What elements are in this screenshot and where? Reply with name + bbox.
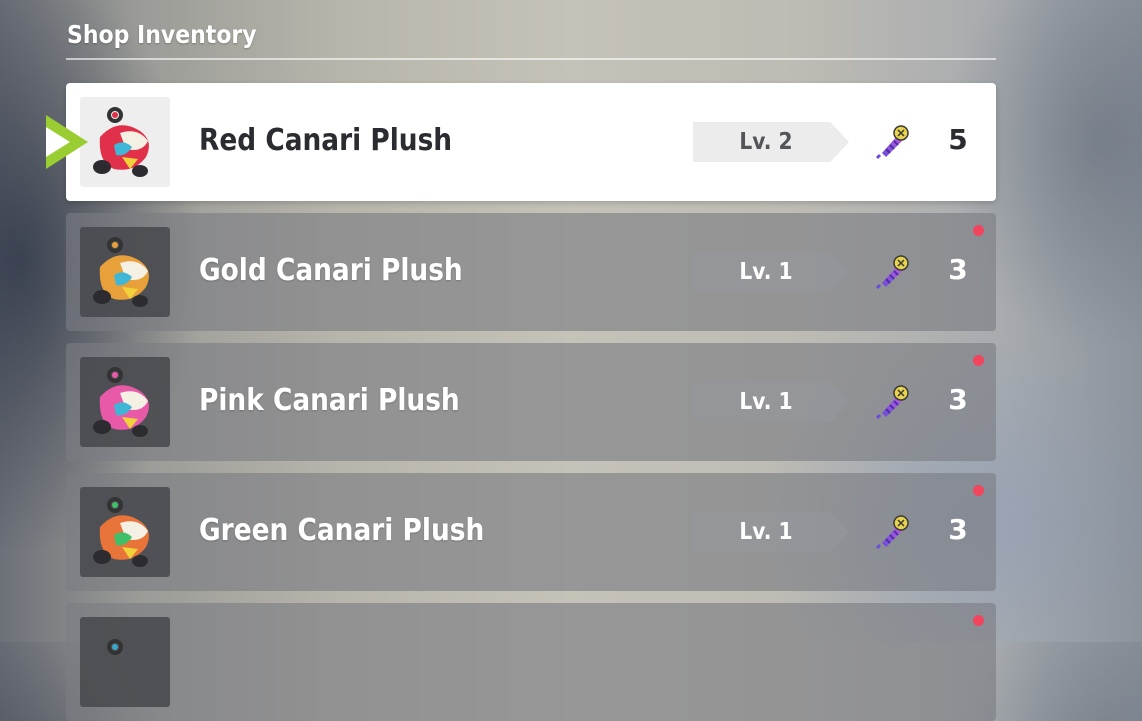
gold-canari-plush-icon	[80, 227, 170, 317]
item-name: Green Canari Plush	[199, 513, 485, 548]
item-name: Gold Canari Plush	[199, 253, 463, 288]
level-badge: Lv. 2	[693, 122, 849, 162]
inventory-item-red-canari-plush[interactable]: Red Canari Plush Lv. 2 5	[66, 83, 996, 201]
page-title: Shop Inventory	[67, 20, 257, 49]
inventory-item-gold-canari-plush[interactable]: Gold Canari Plush Lv. 1 3	[66, 213, 996, 331]
level-label: Lv. 1	[739, 519, 793, 545]
item-cost: 3	[948, 383, 968, 416]
bolt-currency-icon	[875, 515, 909, 550]
bolt-currency-icon	[875, 255, 909, 290]
inventory-header: Shop Inventory	[66, 18, 996, 60]
item-cost: 5	[948, 123, 968, 156]
plush-icon	[80, 617, 170, 707]
level-badge: Lv. 1	[693, 512, 849, 552]
item-name: Pink Canari Plush	[199, 383, 460, 418]
level-badge: Lv. 1	[693, 252, 849, 292]
selection-arrow-icon	[46, 115, 88, 169]
notification-dot	[973, 615, 984, 626]
inventory-item-green-canari-plush[interactable]: Green Canari Plush Lv. 1 3	[66, 473, 996, 591]
red-canari-plush-icon	[80, 97, 170, 187]
level-label: Lv. 1	[739, 259, 793, 285]
level-label: Lv. 2	[739, 129, 793, 155]
item-cost: 3	[948, 513, 968, 546]
bolt-currency-icon	[875, 125, 909, 160]
pink-canari-plush-icon	[80, 357, 170, 447]
item-cost: 3	[948, 253, 968, 286]
item-name: Red Canari Plush	[199, 123, 453, 158]
notification-dot	[973, 355, 984, 366]
notification-dot	[973, 225, 984, 236]
inventory-item-pink-canari-plush[interactable]: Pink Canari Plush Lv. 1 3	[66, 343, 996, 461]
inventory-item-partial[interactable]	[66, 603, 996, 721]
green-canari-plush-icon	[80, 487, 170, 577]
notification-dot	[973, 485, 984, 496]
bolt-currency-icon	[875, 385, 909, 420]
level-label: Lv. 1	[739, 389, 793, 415]
level-badge: Lv. 1	[693, 382, 849, 422]
